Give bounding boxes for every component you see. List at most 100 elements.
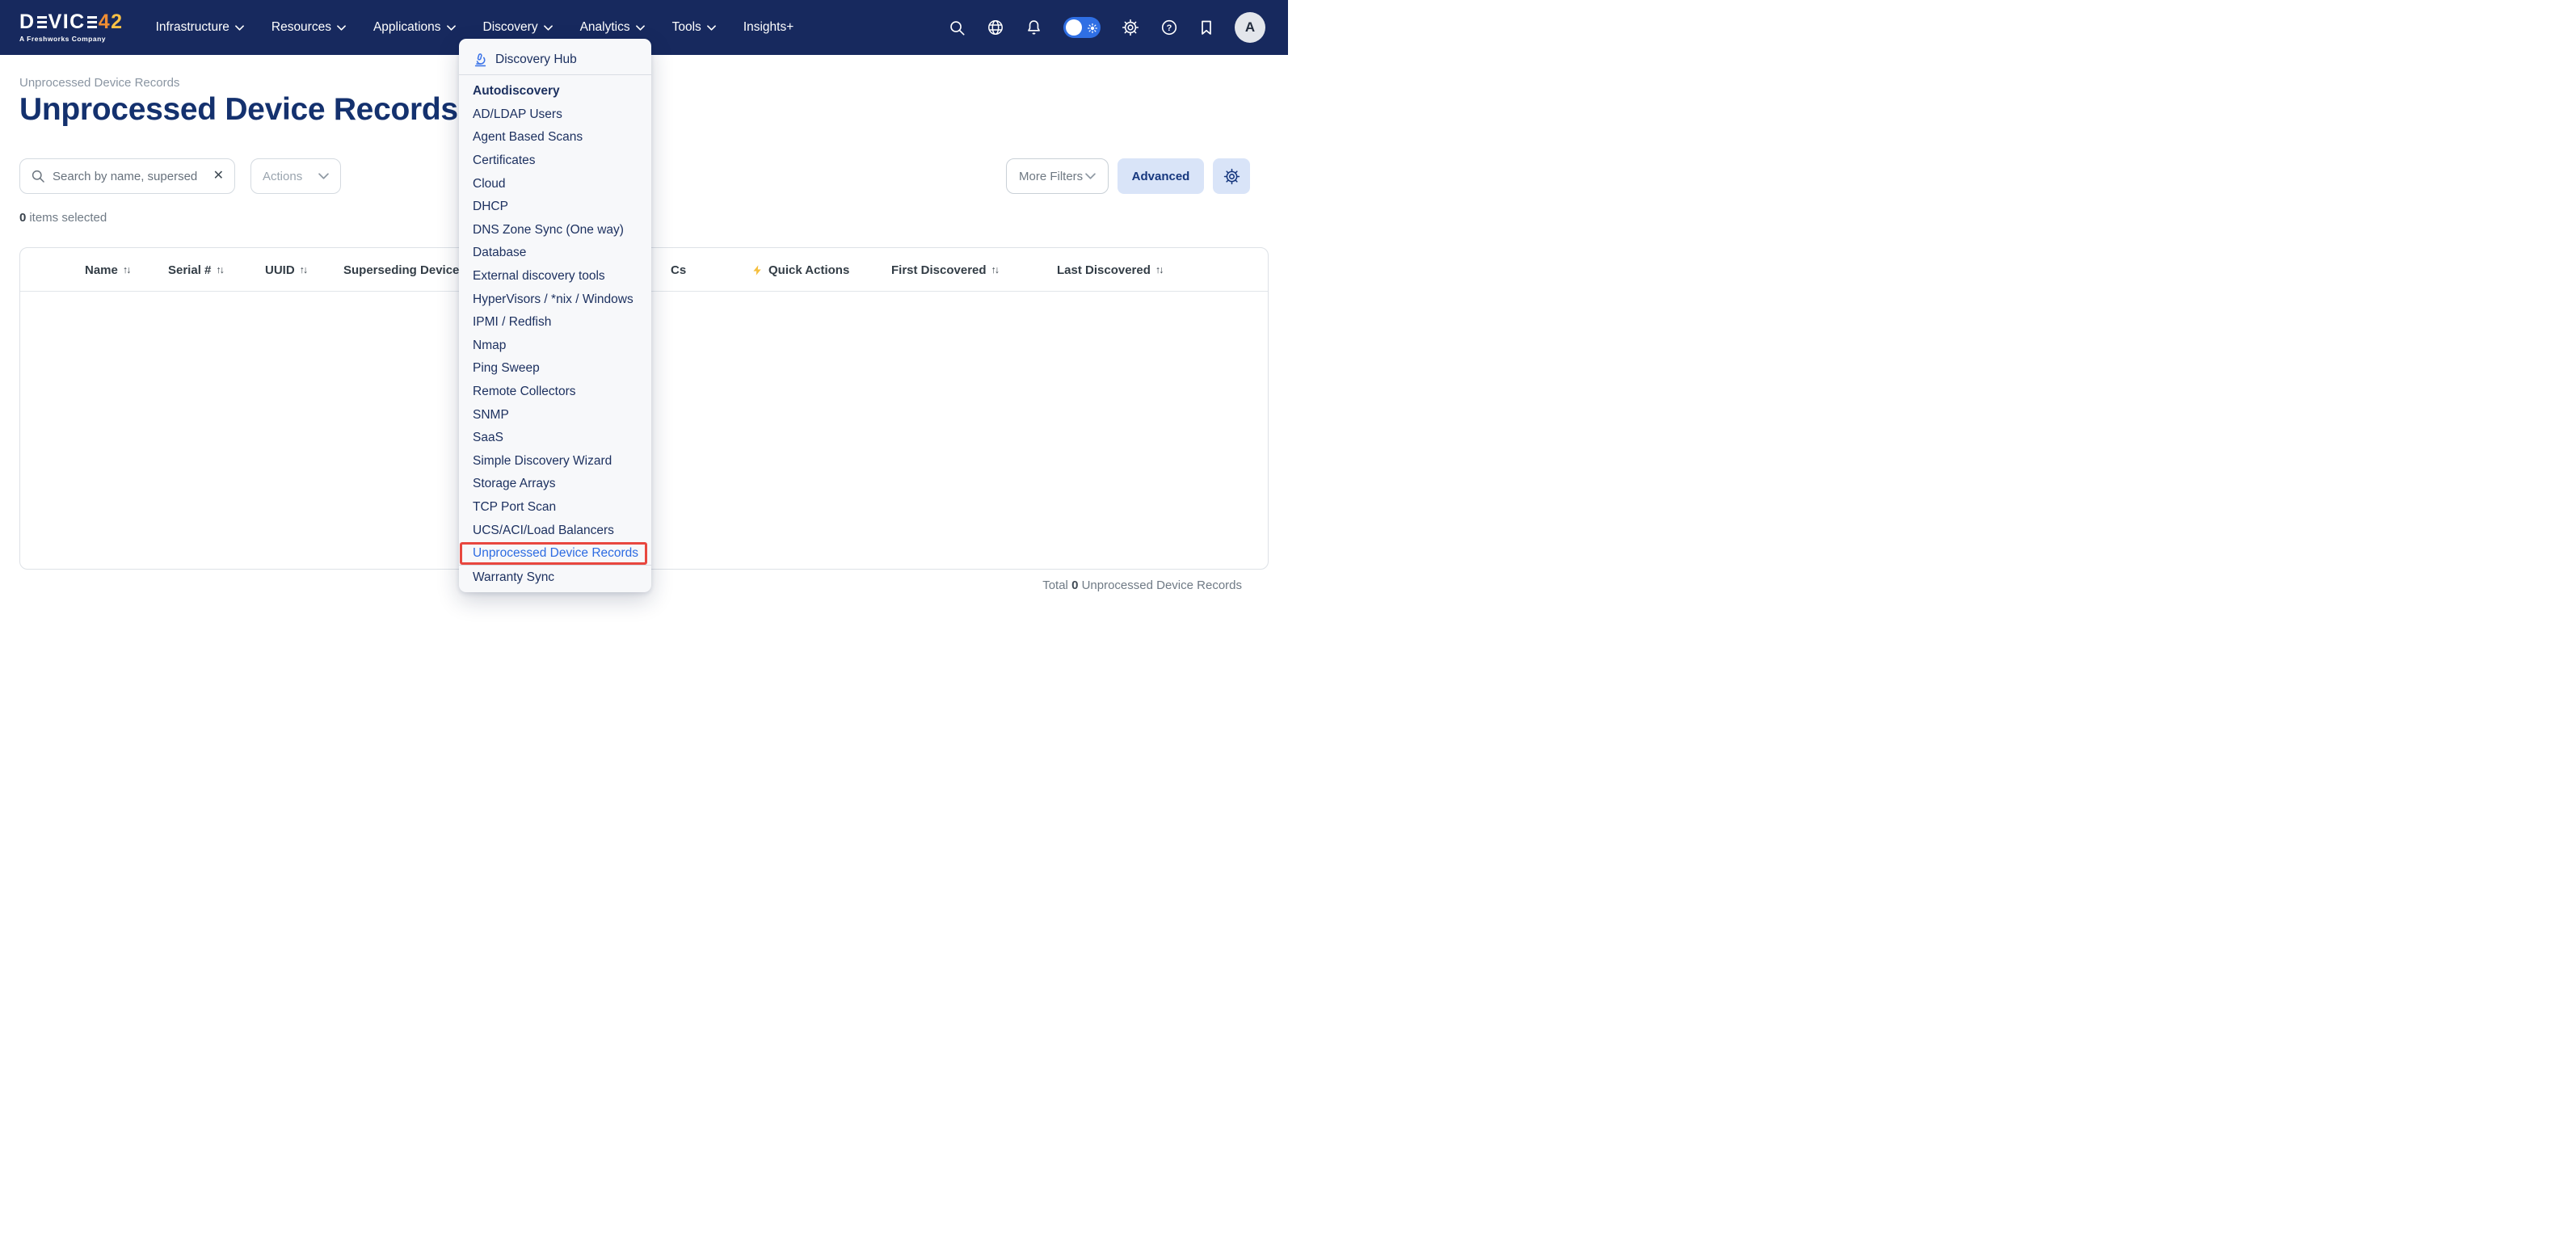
logo-e-glyph <box>87 16 97 29</box>
nav-menu: Infrastructure Resources Applications Disco… <box>156 20 794 35</box>
clear-search-icon[interactable]: ✕ <box>213 170 224 183</box>
column-header-uuid[interactable]: UUID↑↓ <box>265 248 308 292</box>
column-label: First Discovered <box>891 263 987 277</box>
lightning-icon <box>751 263 764 277</box>
column-header-name[interactable]: Name ↑↓ <box>85 248 131 292</box>
selected-count: 0 <box>19 211 26 225</box>
menu-item-tcp-port-scan[interactable]: TCP Port Scan <box>459 496 651 520</box>
menu-item-nmap[interactable]: Nmap <box>459 334 651 358</box>
nav-item-label: Tools <box>672 20 701 35</box>
logo-wordmark: DVIC42 <box>19 12 124 32</box>
total-count: 0 <box>1071 578 1078 592</box>
chevron-slot-actions <box>318 173 329 179</box>
breadcrumb: Unprocessed Device Records <box>19 76 179 90</box>
menu-item-ucs-aci-load-balancers[interactable]: UCS/ACI/Load Balancers <box>459 519 651 542</box>
chevron-down-icon <box>235 25 244 31</box>
column-label: Name <box>85 263 118 277</box>
device42-logo[interactable]: DVIC42 A Freshworks Company <box>19 12 124 43</box>
sort-icon: ↑↓ <box>300 264 309 276</box>
menu-item-ad-ldap-users[interactable]: AD/LDAP Users <box>459 103 651 127</box>
page-title: Unprocessed Device Records <box>19 92 458 128</box>
sort-icon: ↑↓ <box>123 264 132 276</box>
menu-item-agent-based-scans[interactable]: Agent Based Scans <box>459 126 651 149</box>
theme-toggle[interactable] <box>1063 17 1101 38</box>
nav-item-applications[interactable]: Applications <box>373 20 456 35</box>
nav-item-label: Discovery <box>483 20 538 35</box>
search-icon <box>31 169 45 183</box>
search-input[interactable] <box>53 170 206 183</box>
column-header-cs: Cs <box>671 248 686 292</box>
menu-item-storage-arrays[interactable]: Storage Arrays <box>459 473 651 496</box>
nav-item-discovery[interactable]: Discovery <box>483 20 553 35</box>
help-icon[interactable]: ? <box>1160 19 1178 36</box>
menu-item-warranty-sync[interactable]: Warranty Sync <box>459 566 651 589</box>
table-settings-button[interactable] <box>1213 158 1250 194</box>
gear-icon[interactable] <box>1122 19 1139 36</box>
column-label: Last Discovered <box>1057 263 1151 277</box>
menu-item-dhcp[interactable]: DHCP <box>459 196 651 219</box>
column-label: Cs <box>671 263 686 277</box>
menu-item-ipmi-redfish[interactable]: IPMI / Redfish <box>459 311 651 334</box>
sort-icon: ↑↓ <box>991 264 1000 276</box>
menu-item-unprocessed-device-records[interactable]: Unprocessed Device Records <box>460 542 647 566</box>
total-records-summary: Total 0 Unprocessed Device Records <box>1042 578 1242 592</box>
microscope-icon <box>473 53 488 68</box>
menu-section-header: Autodiscovery <box>459 80 651 103</box>
selected-label: items selected <box>29 211 107 225</box>
column-header-quick-actions: Quick Actions <box>751 248 849 292</box>
advanced-button[interactable]: Advanced <box>1118 158 1204 194</box>
sort-icon: ↑↓ <box>216 264 225 276</box>
menu-item-cloud[interactable]: Cloud <box>459 172 651 196</box>
menu-item-certificates[interactable]: Certificates <box>459 149 651 173</box>
nav-item-label: Insights+ <box>743 20 793 35</box>
nav-item-label: Analytics <box>580 20 630 35</box>
column-label: Superseding Device Na <box>343 263 478 277</box>
more-filters-dropdown[interactable]: More Filters <box>1006 158 1109 194</box>
bookmark-icon[interactable] <box>1199 19 1214 36</box>
toggle-knob <box>1066 19 1082 36</box>
chevron-down-icon <box>447 25 456 31</box>
menu-item-ping-sweep[interactable]: Ping Sweep <box>459 357 651 381</box>
menu-item-external-discovery-tools[interactable]: External discovery tools <box>459 265 651 288</box>
chevron-down-icon <box>337 25 346 31</box>
menu-item-saas[interactable]: SaaS <box>459 427 651 450</box>
gear-icon <box>1223 168 1240 185</box>
svg-text:?: ? <box>1167 23 1172 33</box>
discovery-dropdown-menu: Discovery Hub AutodiscoveryAD/LDAP Users… <box>459 39 651 592</box>
actions-label: Actions <box>263 170 302 183</box>
chevron-down-icon <box>544 25 553 31</box>
menu-item-label: Discovery Hub <box>495 53 577 67</box>
menu-item-hypervisors-nix-windows[interactable]: HyperVisors / *nix / Windows <box>459 288 651 311</box>
search-box: ✕ <box>19 158 235 194</box>
menu-item-remote-collectors[interactable]: Remote Collectors <box>459 381 651 404</box>
nav-item-label: Infrastructure <box>156 20 229 35</box>
discovery-menu-list: AutodiscoveryAD/LDAP UsersAgent Based Sc… <box>459 75 651 589</box>
menu-item-simple-discovery-wizard[interactable]: Simple Discovery Wizard <box>459 450 651 473</box>
nav-item-infrastructure[interactable]: Infrastructure <box>156 20 244 35</box>
chevron-down-icon <box>707 25 716 31</box>
nav-item-analytics[interactable]: Analytics <box>580 20 645 35</box>
menu-item-database[interactable]: Database <box>459 242 651 265</box>
column-label: Serial # <box>168 263 211 277</box>
avatar[interactable]: A <box>1235 12 1265 43</box>
nav-item-resources[interactable]: Resources <box>271 20 346 35</box>
menu-item-discovery-hub[interactable]: Discovery Hub <box>459 45 651 74</box>
menu-item-dns-zone-sync-one-way[interactable]: DNS Zone Sync (One way) <box>459 219 651 242</box>
nav-item-insights[interactable]: Insights+ <box>743 20 793 35</box>
nav-item-tools[interactable]: Tools <box>672 20 716 35</box>
menu-item-snmp[interactable]: SNMP <box>459 403 651 427</box>
sun-icon <box>1088 23 1097 37</box>
logo-e-glyph <box>37 16 47 29</box>
actions-dropdown[interactable]: Actions <box>250 158 341 194</box>
column-label: Quick Actions <box>768 263 849 277</box>
column-header-serial[interactable]: Serial # ↑↓ <box>168 248 225 292</box>
nav-item-label: Applications <box>373 20 441 35</box>
logo-tagline: A Freshworks Company <box>19 35 124 43</box>
globe-icon[interactable] <box>987 19 1004 36</box>
search-icon[interactable] <box>949 19 966 36</box>
column-header-first-discovered[interactable]: First Discovered ↑↓ <box>891 248 1000 292</box>
sort-icon: ↑↓ <box>1155 264 1164 276</box>
chevron-slot-filters <box>1085 173 1096 179</box>
bell-icon[interactable] <box>1025 19 1042 36</box>
column-header-last-discovered[interactable]: Last Discovered ↑↓ <box>1057 248 1164 292</box>
